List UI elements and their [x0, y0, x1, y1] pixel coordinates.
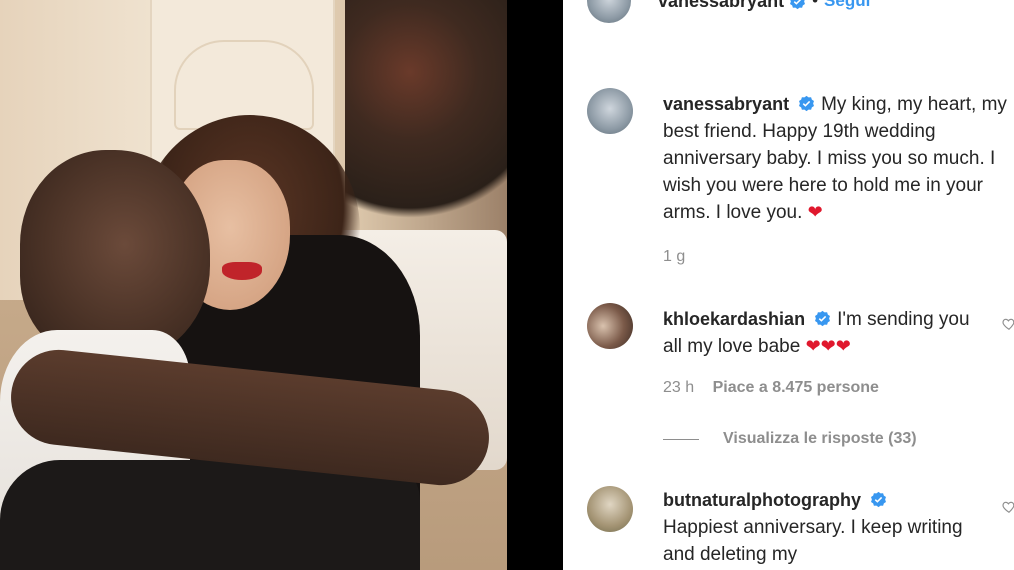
photo-woman-lips [222, 262, 262, 280]
verified-badge-icon [790, 0, 806, 9]
photo-man-head [20, 150, 210, 360]
avatar[interactable] [587, 88, 633, 134]
comment-item: butnaturalphotography Happiest anniversa… [587, 486, 1014, 570]
comment-username[interactable]: khloekardashian [663, 309, 805, 329]
caption-text-block: vanessabryant My king, my heart, my best… [663, 91, 1014, 226]
post-photo[interactable] [0, 0, 507, 570]
follow-button[interactable]: Segui [824, 0, 870, 11]
photo-divider [507, 0, 563, 570]
verified-badge-icon [815, 310, 831, 327]
heart-like-icon[interactable] [1002, 317, 1014, 331]
comment-text-block: butnaturalphotography Happiest anniversa… [663, 487, 963, 568]
avatar[interactable] [587, 0, 631, 23]
comment-username[interactable]: butnaturalphotography [663, 490, 861, 510]
caption-timestamp[interactable]: 1 g [663, 248, 685, 265]
avatar[interactable] [587, 486, 633, 532]
caption-username[interactable]: vanessabryant [663, 94, 789, 114]
comment-meta: 23 h Piace a 8.475 persone [663, 379, 879, 397]
comment-text: Happiest anniversary. I keep writing and… [663, 517, 963, 565]
caption-time: 1 g [663, 248, 685, 266]
avatar[interactable] [587, 303, 633, 349]
post-header: vanessabryant • Segui [587, 0, 870, 24]
comment-likes[interactable]: Piace a 8.475 persone [713, 379, 879, 396]
comment-timestamp[interactable]: 23 h [663, 379, 694, 396]
comment-text-block: khloekardashian I'm sending you all my l… [663, 306, 973, 360]
comment-item: khloekardashian I'm sending you all my l… [587, 303, 1014, 363]
view-replies-label[interactable]: Visualizza le risposte (33) [723, 430, 917, 448]
heart-emoji-icon: ❤ [807, 202, 823, 222]
verified-badge-icon [871, 491, 886, 508]
hearts-emoji-icon: ❤❤❤ [805, 336, 851, 356]
heart-like-icon[interactable] [1002, 500, 1014, 514]
photo-flowers [345, 0, 507, 240]
caption: vanessabryant My king, my heart, my best… [587, 88, 1014, 248]
comments-sidebar[interactable]: vanessabryant • Segui vanessabryant My k… [563, 0, 1014, 570]
verified-badge-icon [799, 95, 815, 112]
header-username[interactable]: vanessabryant [658, 0, 784, 12]
header-separator: • [812, 0, 819, 10]
replies-line [663, 438, 699, 440]
view-replies-button[interactable]: Visualizza le risposte (33) [663, 430, 917, 448]
